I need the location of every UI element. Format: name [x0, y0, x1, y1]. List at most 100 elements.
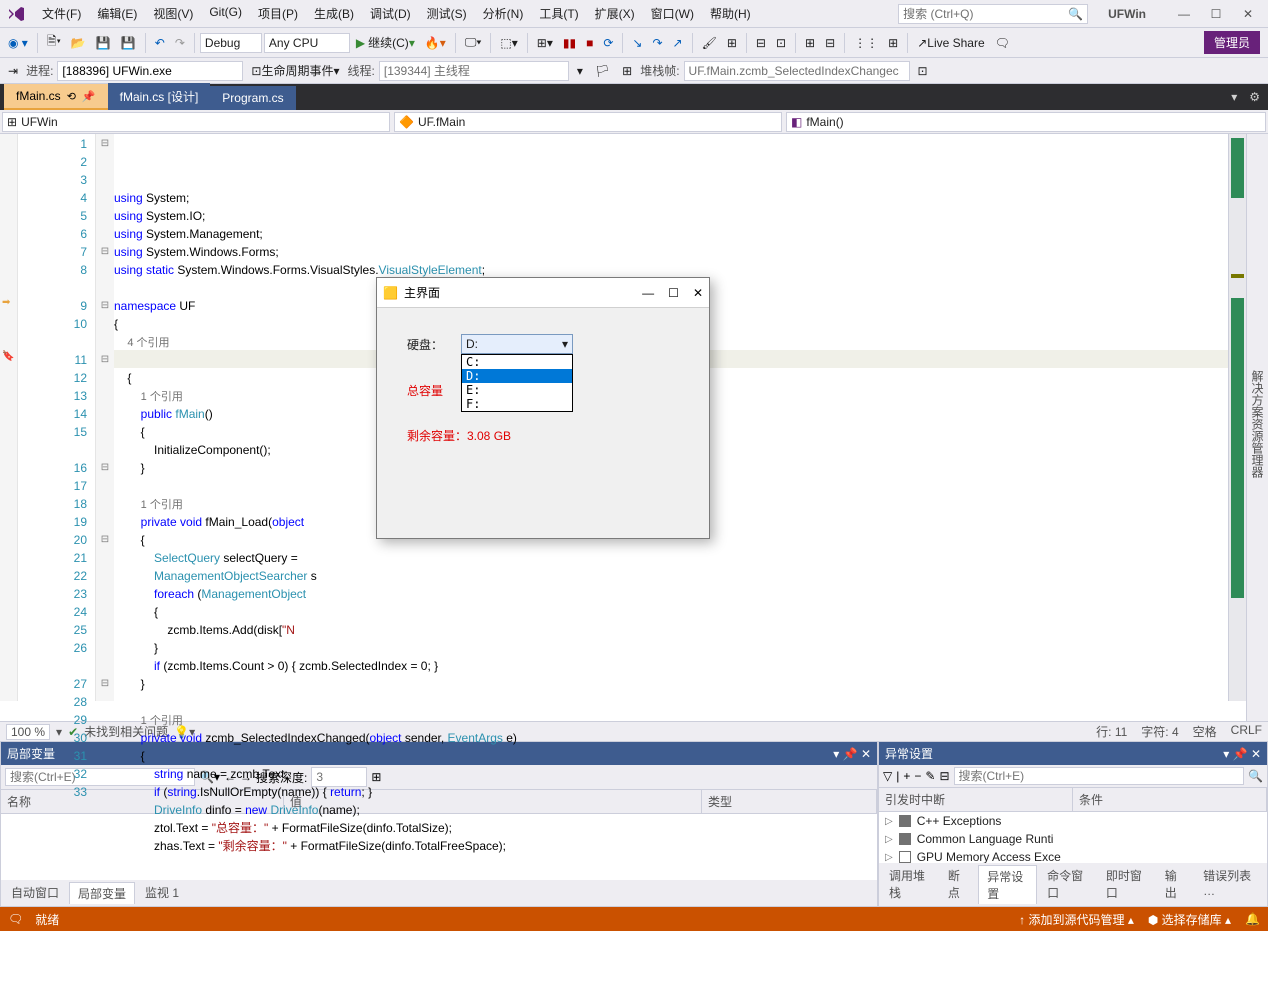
step-button[interactable]: ⬚▾: [496, 34, 521, 52]
new-item-button[interactable]: 🗎▾: [43, 30, 65, 55]
menu-项目(P)[interactable]: 项目(P): [250, 1, 306, 26]
close-button[interactable]: ✕: [1238, 7, 1258, 21]
menu-调试(D)[interactable]: 调试(D): [362, 1, 419, 26]
browser-link-button[interactable]: 🖵▾: [461, 33, 486, 52]
redo-button[interactable]: ↷: [171, 34, 189, 52]
main-toolbar: ◉ ▾ 🗎▾ 📂 💾 💾 ↶ ↷ Debug Any CPU ▶ 继续(C) ▾…: [0, 28, 1268, 58]
hot-reload-button[interactable]: 🔥▾: [421, 34, 450, 52]
exceptions-tab[interactable]: 调用堆栈: [881, 865, 938, 904]
ext6-button[interactable]: ⊟: [821, 34, 839, 52]
overview-scrollbar[interactable]: [1228, 134, 1246, 701]
stack-btn[interactable]: ⊡: [914, 62, 932, 80]
thread-combo[interactable]: [139344] 主线程: [379, 61, 569, 81]
exceptions-tab[interactable]: 异常设置: [978, 865, 1037, 904]
status-icon: 🗨: [8, 912, 23, 926]
exceptions-tab[interactable]: 命令窗口: [1039, 865, 1096, 904]
menu-文件(F)[interactable]: 文件(F): [34, 1, 89, 26]
ext4-button[interactable]: ⊡: [772, 34, 790, 52]
menu-帮助(H)[interactable]: 帮助(H): [702, 1, 759, 26]
remain-text: 剩余容量：3.08 GB: [407, 427, 511, 444]
exceptions-tab[interactable]: 断点: [940, 865, 976, 904]
nav-member[interactable]: ◧fMain(): [786, 112, 1266, 132]
menu-扩展(X)[interactable]: 扩展(X): [587, 1, 643, 26]
minimize-button[interactable]: —: [1174, 7, 1194, 21]
disk-option[interactable]: E:: [462, 383, 572, 397]
menu-工具(T)[interactable]: 工具(T): [531, 1, 586, 26]
tab-program[interactable]: Program.cs: [210, 86, 295, 110]
process-combo[interactable]: [188396] UFWin.exe: [57, 61, 243, 81]
nav-namespace[interactable]: ⊞UFWin: [2, 112, 390, 132]
menu-分析(N)[interactable]: 分析(N): [475, 1, 532, 26]
disk-dropdown-list[interactable]: C:D:E:F:: [461, 354, 573, 412]
disk-combo[interactable]: D:▾: [461, 334, 573, 354]
step-into-button[interactable]: ↘: [628, 34, 646, 52]
fold-column[interactable]: ⊟⊟⊟⊟⊟⊟⊟: [96, 134, 114, 701]
source-control-button[interactable]: ↑ 添加到源代码管理 ▴: [1019, 911, 1134, 928]
lifetime-button[interactable]: ⊡ 生命周期事件 ▾: [247, 60, 343, 81]
menu-生成(B)[interactable]: 生成(B): [306, 1, 362, 26]
right-dock: 解决方案资源管理器 Git 更改: [1246, 134, 1268, 721]
save-button[interactable]: 💾: [92, 34, 115, 52]
locals-tab[interactable]: 自动窗口: [3, 882, 67, 904]
exceptions-tab[interactable]: 即时窗口: [1098, 865, 1155, 904]
ext2-button[interactable]: ⊞: [723, 34, 741, 52]
disk-option[interactable]: C:: [462, 355, 572, 369]
disk-label: 硬盘：: [407, 336, 461, 353]
notifications-icon[interactable]: 🔔: [1245, 912, 1260, 926]
repo-button[interactable]: ⬢ 选择存储库 ▴: [1148, 911, 1231, 928]
crlf-indicator[interactable]: CRLF: [1231, 723, 1262, 740]
disk-option[interactable]: D:: [462, 369, 572, 383]
live-share-button[interactable]: ↗ Live Share: [913, 34, 988, 52]
step-over-button[interactable]: ↷: [648, 34, 666, 52]
tab-settings-button[interactable]: ⚙: [1245, 88, 1264, 106]
exceptions-tab[interactable]: 错误列表 …: [1195, 865, 1265, 904]
stack-combo[interactable]: UF.fMain.zcmb_SelectedIndexChangec: [684, 61, 910, 81]
stop-button[interactable]: ■: [582, 34, 597, 52]
save-all-button[interactable]: 💾: [117, 34, 140, 52]
disk-option[interactable]: F:: [462, 397, 572, 411]
global-search-input[interactable]: 搜索 (Ctrl+Q) 🔍: [898, 4, 1088, 24]
tab-fmain-design[interactable]: fMain.cs [设计]: [108, 83, 211, 110]
nav-back-button[interactable]: ◉ ▾: [4, 34, 32, 52]
pin-icon[interactable]: 📌: [1233, 747, 1248, 761]
dlg-minimize-button[interactable]: —: [642, 286, 654, 300]
ext1-button[interactable]: 🖌: [698, 34, 721, 52]
locals-tab[interactable]: 监视 1: [137, 882, 187, 904]
config-combo[interactable]: Debug: [200, 33, 262, 53]
close-icon[interactable]: ✕: [1251, 747, 1261, 761]
solution-explorer-tab[interactable]: 解决方案资源管理器: [1249, 140, 1266, 707]
menu-编辑(E)[interactable]: 编辑(E): [89, 1, 145, 26]
layout-button[interactable]: ⊞▾: [533, 34, 557, 52]
breakpoint-margin[interactable]: 🔖 ➡: [0, 134, 18, 701]
ext5-button[interactable]: ⊞: [801, 34, 819, 52]
feedback-button[interactable]: 🗨: [991, 34, 1014, 52]
menu-视图(V)[interactable]: 视图(V): [145, 1, 201, 26]
nav-class[interactable]: 🔶UF.fMain: [394, 112, 782, 132]
menu-Git(G)[interactable]: Git(G): [201, 1, 250, 26]
code-nav-bar: ⊞UFWin 🔶UF.fMain ◧fMain(): [0, 110, 1268, 134]
flag-icon[interactable]: 🏳: [591, 62, 614, 80]
thread-btn1[interactable]: ▾: [573, 62, 587, 80]
undo-button[interactable]: ↶: [151, 34, 169, 52]
tab-dropdown-button[interactable]: ▾: [1227, 88, 1241, 106]
step-out-button[interactable]: ↗: [669, 34, 687, 52]
menu-窗口(W)[interactable]: 窗口(W): [643, 1, 702, 26]
start-button[interactable]: ▶ 继续(C) ▾: [352, 32, 419, 53]
pause-button[interactable]: ▮▮: [559, 34, 580, 52]
platform-combo[interactable]: Any CPU: [264, 33, 350, 53]
ext3-button[interactable]: ⊟: [752, 34, 770, 52]
ext7-button[interactable]: ⋮⋮: [850, 34, 882, 52]
restart-button[interactable]: ⟳: [599, 34, 617, 52]
menu-测试(S)[interactable]: 测试(S): [419, 1, 475, 26]
tab-fmain[interactable]: fMain.cs⟲📌: [4, 84, 108, 110]
app-icon: 🟨: [383, 286, 398, 300]
exceptions-tab[interactable]: 输出: [1157, 865, 1193, 904]
thread-btn2[interactable]: ⊞: [618, 62, 636, 80]
search-icon[interactable]: 🔍: [1248, 769, 1263, 783]
locals-tab[interactable]: 局部变量: [69, 882, 135, 904]
ext8-button[interactable]: ⊞: [884, 34, 902, 52]
dlg-close-button[interactable]: ✕: [693, 286, 703, 300]
open-button[interactable]: 📂: [67, 34, 90, 52]
dlg-maximize-button[interactable]: ☐: [668, 286, 679, 300]
maximize-button[interactable]: ☐: [1206, 7, 1226, 21]
